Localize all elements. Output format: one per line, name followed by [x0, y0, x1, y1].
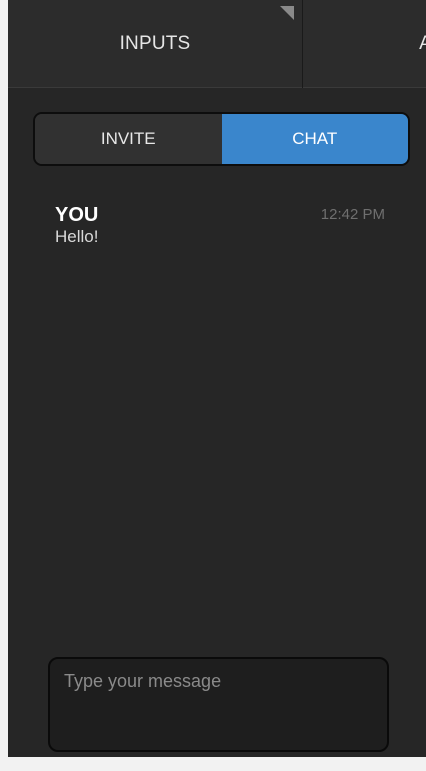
invite-segment-label: INVITE	[100, 129, 156, 148]
chat-segment-button[interactable]: CHAT	[221, 114, 408, 164]
app-window: INPUTS A INVITE CHAT YOU 12:42 PM Hello!	[0, 0, 426, 771]
message-timestamp: 12:42 PM	[320, 206, 385, 223]
invite-chat-segmented-control: INVITE CHAT	[33, 112, 410, 166]
bottom-strip	[0, 757, 426, 771]
invite-segment-button[interactable]: INVITE	[35, 114, 222, 164]
top-tab-bar: INPUTS A	[8, 0, 426, 88]
chat-message: YOU 12:42 PM Hello!	[55, 203, 385, 247]
message-text: Hello!	[55, 227, 99, 246]
message-composer	[48, 657, 389, 752]
tab-inputs[interactable]: INPUTS	[8, 0, 303, 88]
chat-segment-label: CHAT	[292, 129, 338, 148]
tab-next-label: A	[419, 33, 426, 54]
left-gutter	[0, 0, 8, 771]
tab-inputs-label: INPUTS	[119, 33, 191, 54]
message-input[interactable]	[50, 659, 387, 750]
tab-next[interactable]: A	[304, 0, 426, 88]
corner-indicator-icon	[280, 6, 294, 20]
chat-message-list: YOU 12:42 PM Hello!	[55, 203, 385, 247]
